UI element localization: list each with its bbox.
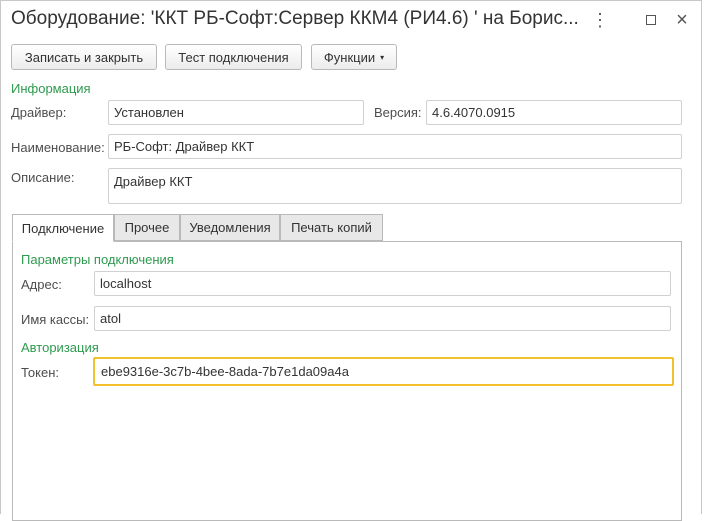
tab-connection-label: Подключение (21, 220, 105, 236)
version-label: Версия: (374, 105, 422, 120)
description-field[interactable]: Драйвер ККТ (108, 168, 682, 204)
address-input[interactable]: localhost (94, 271, 671, 296)
name-label: Наименование: (11, 140, 105, 155)
name-field[interactable]: РБ-Софт: Драйвер ККТ (108, 134, 682, 159)
description-value: Драйвер ККТ (114, 174, 193, 189)
window-title: Оборудование: 'ККТ РБ-Софт:Сервер ККМ4 (… (11, 8, 579, 29)
title-bar: Оборудование: 'ККТ РБ-Софт:Сервер ККМ4 (… (1, 1, 701, 39)
tab-notifications[interactable]: Уведомления (180, 214, 280, 241)
version-value: 4.6.4070.0915 (432, 105, 516, 120)
test-connection-label: Тест подключения (178, 49, 289, 65)
functions-label: Функции (323, 49, 376, 65)
chevron-down-icon: ▾ (380, 52, 385, 62)
tab-connection[interactable]: Подключение (12, 214, 114, 242)
tab-print-copies[interactable]: Печать копий (280, 214, 383, 241)
more-dots-icon[interactable]: ⋮ (587, 9, 613, 31)
token-label: Токен: (21, 365, 60, 380)
auth-section-title: Авторизация (21, 340, 99, 355)
driver-label: Драйвер: (11, 105, 67, 120)
test-connection-button[interactable]: Тест подключения (165, 44, 302, 70)
token-value: ebe9316e-3c7b-4bee-8ada-7b7e1da09a4a (101, 364, 349, 379)
cashbox-name-label: Имя кассы: (21, 312, 90, 327)
cashbox-name-input[interactable]: atol (94, 306, 671, 331)
tab-other[interactable]: Прочее (114, 214, 180, 241)
version-field[interactable]: 4.6.4070.0915 (426, 100, 682, 125)
connection-params-title: Параметры подключения (21, 252, 174, 267)
driver-value: Установлен (114, 105, 184, 120)
equipment-window: Оборудование: 'ККТ РБ-Софт:Сервер ККМ4 (… (0, 0, 702, 521)
close-icon[interactable]: × (669, 9, 695, 31)
description-label: Описание: (11, 170, 75, 185)
address-value: localhost (100, 276, 152, 291)
address-label: Адрес: (21, 277, 62, 292)
functions-dropdown-button[interactable]: Функции ▾ (311, 44, 397, 70)
tab-notifications-label: Уведомления (189, 220, 271, 235)
maximize-icon[interactable] (638, 9, 664, 31)
driver-field[interactable]: Установлен (108, 100, 364, 125)
tab-print-copies-label: Печать копий (291, 220, 372, 235)
token-input[interactable]: ebe9316e-3c7b-4bee-8ada-7b7e1da09a4a (93, 357, 674, 386)
cashbox-name-value: atol (100, 311, 121, 326)
save-and-close-button[interactable]: Записать и закрыть (11, 44, 157, 70)
name-value: РБ-Софт: Драйвер ККТ (114, 139, 255, 154)
info-section-title: Информация (11, 81, 91, 96)
tab-other-label: Прочее (124, 220, 170, 235)
save-and-close-label: Записать и закрыть (24, 49, 144, 65)
